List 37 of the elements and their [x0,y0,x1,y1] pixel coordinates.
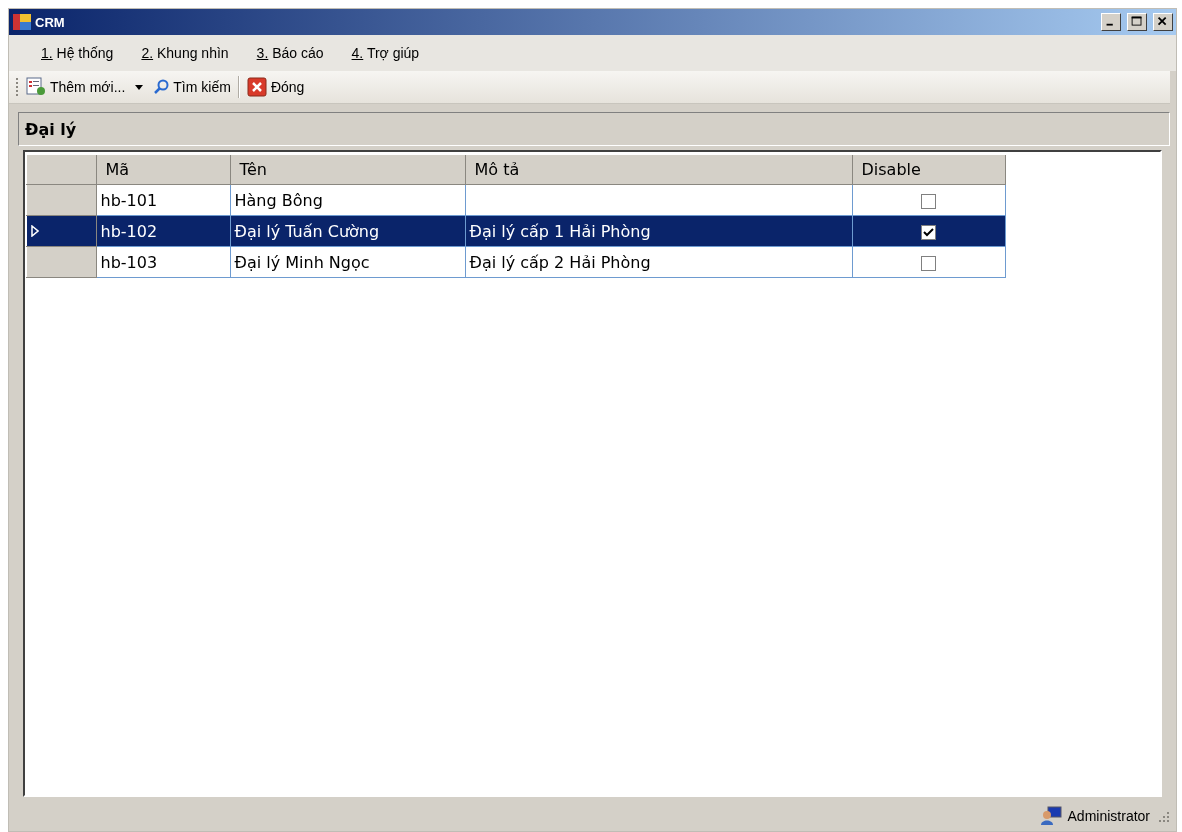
column-header[interactable]: Mô tả [465,155,852,185]
table-cell: hb-101 [96,184,230,216]
menu-item[interactable]: 4. Trợ giúp [337,41,434,65]
menu-item[interactable]: 3. Báo cáo [242,41,338,65]
app-icon [13,14,31,30]
table-cell: hb-103 [96,246,230,278]
minimize-button[interactable] [1101,13,1121,31]
checkbox[interactable] [921,193,936,209]
table-cell: Đại lý cấp 1 Hải Phòng [465,215,852,247]
panel-title: Đại lý [25,119,77,139]
column-header[interactable]: Tên [230,155,465,185]
table-cell: hb-102 [96,215,230,247]
user-computer-icon [1039,806,1062,826]
table-cell: Hàng Bông [230,184,465,216]
close-button[interactable] [1153,13,1173,31]
search-button[interactable]: Tìm kiếm [150,77,234,97]
grip-icon [15,77,19,97]
table-cell: Đại lý cấp 2 Hải Phòng [465,246,852,278]
menu-item[interactable]: 1. Hệ thống [27,41,128,65]
form-icon [26,77,46,97]
add-new-button[interactable]: Thêm mới... [23,75,129,99]
table-cell: Đại lý Tuấn Cường [230,215,465,247]
menu-item[interactable]: 2. Khung nhìn [127,41,243,65]
column-header[interactable]: Mã [96,155,230,185]
search-icon [153,79,170,95]
column-header[interactable]: Disable [852,155,1005,185]
caret-icon [135,84,144,90]
current-row-icon [31,224,39,237]
checkbox[interactable] [921,255,936,271]
close-button[interactable]: Đóng [243,75,308,99]
close-icon [246,77,267,97]
corner-header [26,155,96,185]
table-cell: Đại lý Minh Ngọc [230,246,465,278]
maximize-button[interactable] [1127,13,1147,31]
window-title: CRM [35,14,66,30]
user-name: Administrator [1067,808,1150,824]
resize-grip-icon [1156,809,1170,823]
